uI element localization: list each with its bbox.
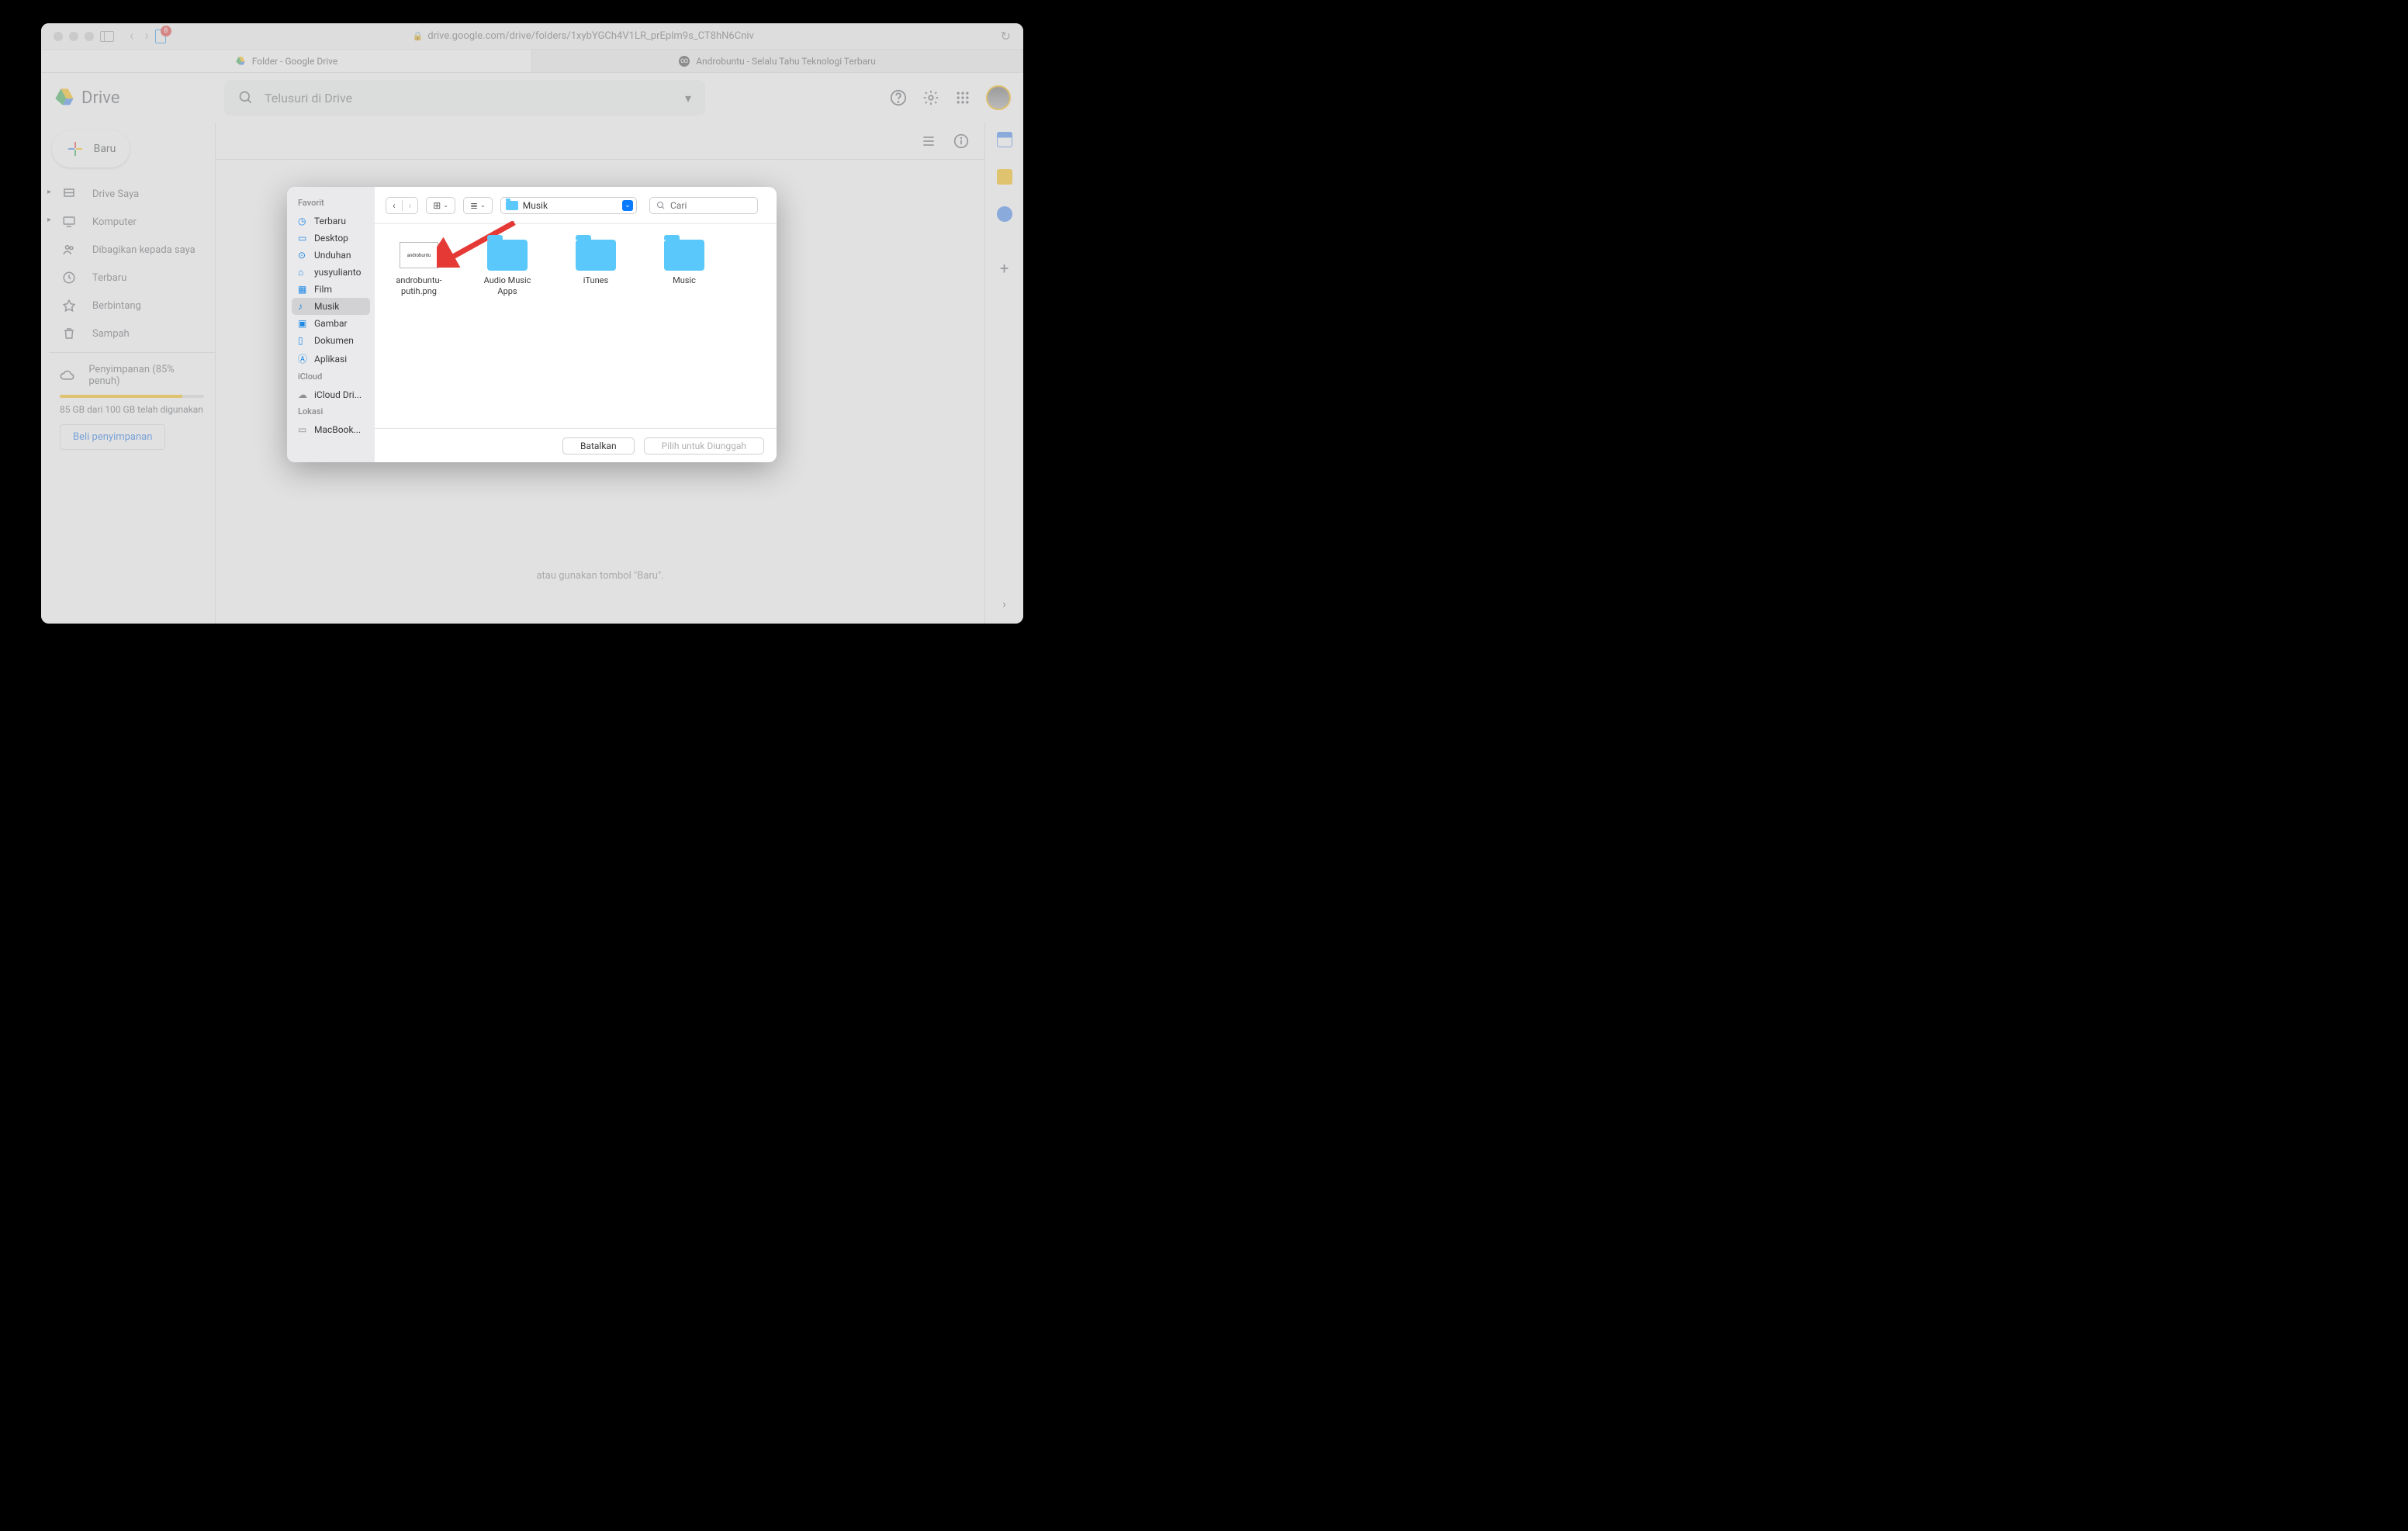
finder-sidebar-pictures[interactable]: ▣Gambar <box>292 315 370 332</box>
finder-forward-button[interactable]: › <box>403 200 418 211</box>
document-icon: ▯ <box>298 335 309 346</box>
finder-search[interactable] <box>649 197 758 214</box>
finder-path-name: Musik <box>523 200 548 211</box>
desktop-icon: ▭ <box>298 233 309 244</box>
favorites-header: Favorit <box>292 195 370 213</box>
finder-sidebar-applications[interactable]: ⒶAplikasi <box>292 349 370 368</box>
finder-open-dialog: Favorit ◷Terbaru ▭Desktop ⊙Unduhan ⌂yusy… <box>287 187 777 462</box>
finder-item-label: androbuntu-putih.png <box>387 275 451 297</box>
finder-item-label: Audio Music Apps <box>476 275 539 297</box>
finder-sidebar-music[interactable]: ♪Musik <box>292 298 370 315</box>
picture-icon: ▣ <box>298 318 309 329</box>
finder-path-dropdown[interactable]: Musik ⌄ <box>500 197 637 214</box>
home-icon: ⌂ <box>298 267 309 278</box>
cancel-button[interactable]: Batalkan <box>562 437 635 454</box>
clock-icon: ◷ <box>298 216 309 226</box>
finder-sidebar-macbook[interactable]: ▭MacBook... <box>292 421 370 438</box>
file-thumbnail: androbuntu <box>400 242 438 268</box>
applications-icon: Ⓐ <box>298 352 309 365</box>
finder-back-button[interactable]: ‹ <box>386 200 402 211</box>
folder-icon <box>576 240 616 271</box>
icloud-header: iCloud <box>292 368 370 386</box>
finder-item-file[interactable]: androbuntu androbuntu-putih.png <box>387 240 451 297</box>
finder-toolbar: ‹ › ⊞ ⌄ ≣ ⌄ Musik ⌄ <box>375 187 777 224</box>
finder-sidebar-home[interactable]: ⌂yusyulianto <box>292 264 370 281</box>
finder-sidebar-desktop[interactable]: ▭Desktop <box>292 230 370 247</box>
finder-icon-view-button[interactable]: ⊞ ⌄ <box>427 200 455 211</box>
finder-item-label: iTunes <box>583 275 608 286</box>
finder-sidebar: Favorit ◷Terbaru ▭Desktop ⊙Unduhan ⌂yusy… <box>287 187 375 462</box>
downloads-icon: ⊙ <box>298 250 309 261</box>
finder-sidebar-movies[interactable]: ▦Film <box>292 281 370 298</box>
finder-group-button[interactable]: ≣ ⌄ <box>464 200 492 211</box>
search-icon <box>656 201 666 210</box>
finder-search-input[interactable] <box>670 200 751 211</box>
folder-icon <box>664 240 704 271</box>
finder-footer: Batalkan Pilih untuk Diunggah <box>375 428 777 462</box>
finder-item-label: Music <box>673 275 696 286</box>
cloud-icon: ☁ <box>298 389 309 400</box>
locations-header: Lokasi <box>292 403 370 421</box>
chevron-updown-icon: ⌄ <box>622 200 633 211</box>
finder-content: androbuntu androbuntu-putih.png Audio Mu… <box>375 224 777 428</box>
film-icon: ▦ <box>298 284 309 295</box>
laptop-icon: ▭ <box>298 424 309 435</box>
finder-item-folder[interactable]: iTunes <box>564 240 628 286</box>
finder-sidebar-downloads[interactable]: ⊙Unduhan <box>292 247 370 264</box>
music-icon: ♪ <box>298 301 309 312</box>
finder-sidebar-documents[interactable]: ▯Dokumen <box>292 332 370 349</box>
upload-button[interactable]: Pilih untuk Diunggah <box>644 437 764 454</box>
finder-sidebar-icloud[interactable]: ☁iCloud Dri... <box>292 386 370 403</box>
finder-sidebar-recent[interactable]: ◷Terbaru <box>292 213 370 230</box>
finder-item-folder[interactable]: Audio Music Apps <box>476 240 539 297</box>
folder-icon <box>487 240 528 271</box>
folder-icon <box>506 201 518 210</box>
finder-item-folder[interactable]: Music <box>652 240 716 286</box>
